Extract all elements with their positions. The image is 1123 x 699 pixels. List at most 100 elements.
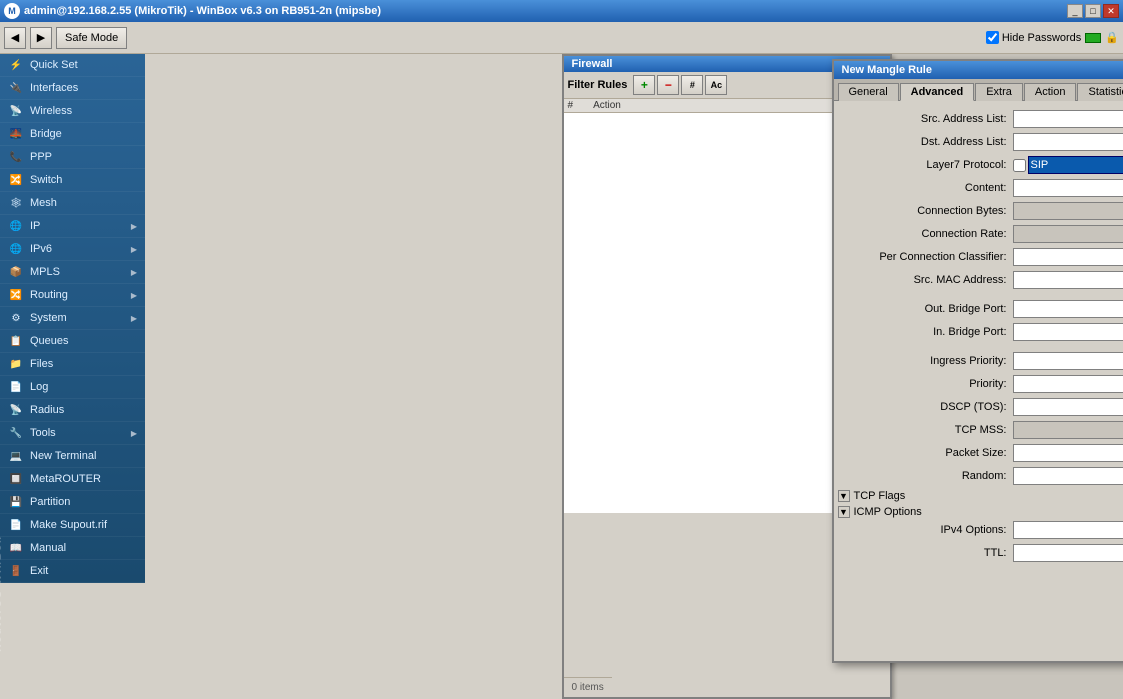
src-address-list-control[interactable]: ▼ <box>1013 110 1123 128</box>
content-control[interactable]: ▼ <box>1013 179 1123 197</box>
filter-rules-label: Filter Rules <box>568 79 628 91</box>
sidebar-item-mpls[interactable]: 📦 MPLS ▶ <box>0 261 145 284</box>
in-bridge-port-control[interactable]: ▼ <box>1013 323 1123 341</box>
dscp-tos-input[interactable] <box>1014 399 1123 415</box>
minimize-button[interactable]: _ <box>1067 4 1083 18</box>
sidebar-item-switch[interactable]: 🔀 Switch <box>0 169 145 192</box>
sidebar-item-quick-set[interactable]: ⚡ Quick Set <box>0 54 145 77</box>
ttl-control[interactable]: ▼ <box>1013 544 1123 562</box>
dst-address-list-input[interactable] <box>1014 134 1123 150</box>
dst-address-list-row: Dst. Address List: ▼ <box>838 132 1123 152</box>
dscp-tos-control[interactable]: ▼ <box>1013 398 1123 416</box>
packet-size-input[interactable] <box>1014 445 1123 461</box>
hide-passwords-checkbox[interactable] <box>986 31 999 44</box>
sidebar-item-label: MetaROUTER <box>30 473 101 485</box>
sidebar-item-label: Log <box>30 381 48 393</box>
sidebar-item-label: Interfaces <box>30 82 78 94</box>
sidebar-item-make-supout[interactable]: 📄 Make Supout.rif <box>0 514 145 537</box>
sidebar-item-exit[interactable]: 🚪 Exit <box>0 560 145 583</box>
sidebar-item-ppp[interactable]: 📞 PPP <box>0 146 145 169</box>
ipv4-options-label: IPv4 Options: <box>838 524 1013 536</box>
sidebar-item-ip[interactable]: 🌐 IP ▶ <box>0 215 145 238</box>
content-input[interactable] <box>1014 180 1123 196</box>
log-icon: 📄 <box>8 379 24 395</box>
packet-size-control[interactable]: ▼ <box>1013 444 1123 462</box>
priority-input[interactable] <box>1014 376 1123 392</box>
ingress-priority-row: Ingress Priority: ▼ <box>838 351 1123 371</box>
sidebar-item-manual[interactable]: 📖 Manual <box>0 537 145 560</box>
switch-icon: 🔀 <box>8 172 24 188</box>
in-bridge-port-input[interactable] <box>1014 324 1123 340</box>
ingress-priority-control[interactable]: ▼ <box>1013 352 1123 370</box>
packet-size-label: Packet Size: <box>838 447 1013 459</box>
tab-statistics[interactable]: Statistics <box>1077 83 1123 101</box>
sidebar-item-queues[interactable]: 📋 Queues <box>0 330 145 353</box>
tools-icon: 🔧 <box>8 425 24 441</box>
in-bridge-port-row: In. Bridge Port: ▼ <box>838 322 1123 342</box>
layer7-protocol-label: Layer7 Protocol: <box>838 159 1013 171</box>
sidebar-item-label: Quick Set <box>30 59 78 71</box>
action-button[interactable]: Ac <box>705 75 727 95</box>
sidebar-item-tools[interactable]: 🔧 Tools ▶ <box>0 422 145 445</box>
sidebar-item-mesh[interactable]: 🕸 Mesh <box>0 192 145 215</box>
tab-advanced[interactable]: Advanced <box>900 83 975 101</box>
col-action: Action <box>593 100 621 111</box>
ttl-input[interactable] <box>1014 545 1123 561</box>
src-mac-address-input[interactable] <box>1014 272 1123 288</box>
tcp-mss-label: TCP MSS: <box>838 424 1013 436</box>
sidebar-item-partition[interactable]: 💾 Partition <box>0 491 145 514</box>
tcp-mss-row: TCP MSS: ▼ <box>838 420 1123 440</box>
sidebar-item-label: System <box>30 312 67 324</box>
sidebar-item-bridge[interactable]: 🌉 Bridge <box>0 123 145 146</box>
icmp-options-toggle[interactable]: ▼ <box>838 506 850 518</box>
ingress-priority-input[interactable] <box>1014 353 1123 369</box>
layer7-protocol-select[interactable]: SIP <box>1028 156 1123 174</box>
title-bar-text: admin@192.168.2.55 (MikroTik) - WinBox v… <box>24 5 381 17</box>
forward-button[interactable]: ▶ <box>30 27 52 49</box>
back-button[interactable]: ◀ <box>4 27 26 49</box>
remove-rule-button[interactable]: − <box>657 75 679 95</box>
close-button[interactable]: ✕ <box>1103 4 1119 18</box>
safe-mode-button[interactable]: Safe Mode <box>56 27 127 49</box>
hide-passwords-checkbox-label[interactable]: Hide Passwords <box>986 31 1081 44</box>
per-connection-classifier-control[interactable]: ▼ <box>1013 248 1123 266</box>
tcp-flags-toggle[interactable]: ▼ <box>838 490 850 502</box>
src-address-list-input[interactable] <box>1014 111 1123 127</box>
sidebar-item-metarouter[interactable]: 🔲 MetaROUTER <box>0 468 145 491</box>
sidebar-item-routing[interactable]: 🔀 Routing ▶ <box>0 284 145 307</box>
random-control[interactable]: ▼ <box>1013 467 1123 485</box>
priority-control[interactable]: ▼ <box>1013 375 1123 393</box>
ipv4-options-control[interactable]: ▼ <box>1013 521 1123 539</box>
new-terminal-icon: 💻 <box>8 448 24 464</box>
tab-general[interactable]: General <box>838 83 899 101</box>
sidebar-item-label: Files <box>30 358 53 370</box>
number-button[interactable]: # <box>681 75 703 95</box>
sidebar-item-system[interactable]: ⚙ System ▶ <box>0 307 145 330</box>
src-mac-address-control[interactable]: ▼ <box>1013 271 1123 289</box>
sidebar-item-files[interactable]: 📁 Files <box>0 353 145 376</box>
mpls-arrow: ▶ <box>131 268 137 277</box>
out-bridge-port-control[interactable]: ▼ <box>1013 300 1123 318</box>
dst-address-list-control[interactable]: ▼ <box>1013 133 1123 151</box>
per-connection-classifier-input[interactable] <box>1014 249 1123 265</box>
col-number: # <box>568 100 574 111</box>
ipv4-options-input[interactable] <box>1014 522 1123 538</box>
sidebar-item-interfaces[interactable]: 🔌 Interfaces <box>0 77 145 100</box>
sidebar-item-wireless[interactable]: 📡 Wireless <box>0 100 145 123</box>
tab-action[interactable]: Action <box>1024 83 1077 101</box>
layer7-protocol-checkbox[interactable] <box>1013 159 1026 172</box>
tools-arrow: ▶ <box>131 429 137 438</box>
add-rule-button[interactable]: + <box>633 75 655 95</box>
sidebar-item-radius[interactable]: 📡 Radius <box>0 399 145 422</box>
quick-set-icon: ⚡ <box>8 57 24 73</box>
maximize-button[interactable]: □ <box>1085 4 1101 18</box>
title-bar-controls[interactable]: _ □ ✕ <box>1067 4 1119 18</box>
tab-extra[interactable]: Extra <box>975 83 1023 101</box>
random-input[interactable] <box>1014 468 1123 484</box>
sidebar-item-log[interactable]: 📄 Log <box>0 376 145 399</box>
status-indicator <box>1085 33 1101 43</box>
ttl-label: TTL: <box>838 547 1013 559</box>
sidebar-item-new-terminal[interactable]: 💻 New Terminal <box>0 445 145 468</box>
out-bridge-port-input[interactable] <box>1014 301 1123 317</box>
sidebar-item-ipv6[interactable]: 🌐 IPv6 ▶ <box>0 238 145 261</box>
